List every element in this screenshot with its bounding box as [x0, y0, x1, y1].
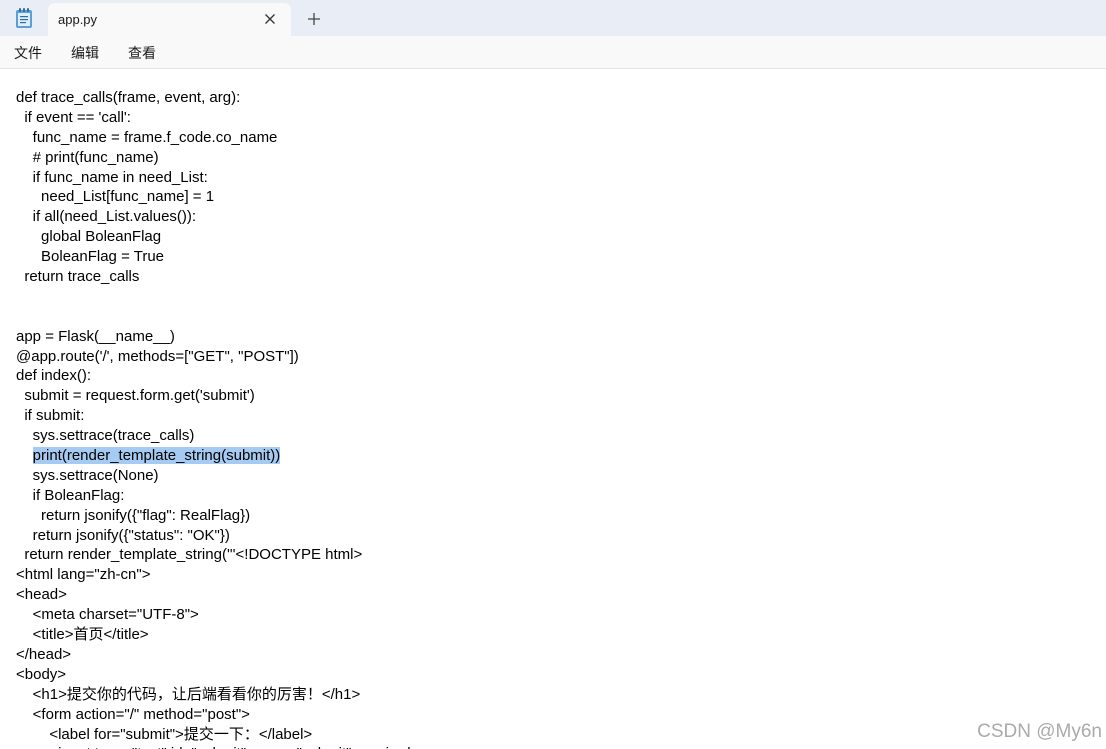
- code-line: <html lang="zh-cn">: [16, 565, 419, 585]
- code-line: if BoleanFlag:: [16, 486, 419, 506]
- line-text: </head>: [16, 645, 72, 663]
- line-text: sys.settrace(None): [32, 466, 159, 484]
- close-icon[interactable]: [261, 10, 279, 28]
- code-line: print(render_template_string(submit)): [16, 446, 419, 466]
- code-line: if func_name in need_List:: [16, 168, 419, 188]
- code-line: return jsonify({"flag": RealFlag}): [16, 506, 419, 526]
- notepad-icon: [14, 7, 34, 29]
- line-text: <input type="text" id="submit" name="sub…: [49, 745, 419, 749]
- code-line: sys.settrace(trace_calls): [16, 426, 419, 446]
- line-text: submit = request.form.get('submit'): [24, 387, 255, 405]
- code-line: <form action="/" method="post">: [16, 705, 419, 725]
- line-text: <meta charset="UTF-8">: [32, 606, 199, 624]
- line-text: return trace_calls: [24, 268, 140, 286]
- line-text: def trace_calls(frame, event, arg):: [16, 89, 241, 106]
- menu-view[interactable]: 查看: [128, 43, 156, 63]
- tab-title: app.py: [58, 12, 98, 27]
- line-text: <body>: [16, 665, 67, 683]
- selected-text: print(render_template_string(submit)): [32, 447, 281, 465]
- line-text: <label for="submit">提交一下：</label>: [49, 725, 313, 743]
- code-content[interactable]: def trace_calls(frame, event, arg): if e…: [16, 88, 419, 749]
- code-line: submit = request.form.get('submit'): [16, 386, 419, 406]
- code-line: # print(func_name): [16, 148, 419, 168]
- code-line: BoleanFlag = True: [16, 247, 419, 267]
- line-text: sys.settrace(trace_calls): [32, 427, 195, 445]
- line-text: need_List[func_name] = 1: [41, 188, 215, 206]
- code-line: if all(need_List.values()):: [16, 207, 419, 227]
- code-line: global BoleanFlag: [16, 227, 419, 247]
- plus-icon[interactable]: [303, 8, 325, 30]
- line-text: if BoleanFlag:: [32, 486, 125, 504]
- code-line: <label for="submit">提交一下：</label>: [16, 725, 419, 745]
- line-text: BoleanFlag = True: [41, 248, 165, 266]
- line-text: <title>首页</title>: [32, 626, 149, 644]
- line-text: def index():: [16, 367, 92, 385]
- code-line: def trace_calls(frame, event, arg):: [16, 88, 419, 108]
- menu-bar: 文件 编辑 查看: [0, 36, 1106, 69]
- code-line: <h1>提交你的代码，让后端看看你的厉害！</h1>: [16, 685, 419, 705]
- line-text: return jsonify({"flag": RealFlag}): [41, 506, 251, 524]
- line-text: <h1>提交你的代码，让后端看看你的厉害！</h1>: [32, 685, 361, 703]
- line-text: global BoleanFlag: [41, 228, 162, 246]
- code-line: app = Flask(__name__): [16, 327, 419, 347]
- line-text: <head>: [16, 586, 67, 604]
- line-text: <html lang="zh-cn">: [16, 566, 151, 584]
- line-text: if event == 'call':: [24, 108, 131, 126]
- line-text: @app.route('/', methods=["GET", "POST"]): [16, 347, 299, 365]
- line-text: app = Flask(__name__): [16, 327, 175, 345]
- line-text: return render_template_string('''<!DOCTY…: [24, 546, 363, 564]
- code-line: <title>首页</title>: [16, 625, 419, 645]
- code-line: return jsonify({"status": "OK"}): [16, 526, 419, 546]
- line-text: if all(need_List.values()):: [32, 208, 197, 226]
- code-line: @app.route('/', methods=["GET", "POST"]): [16, 347, 419, 367]
- code-line: <meta charset="UTF-8">: [16, 605, 419, 625]
- line-text: if func_name in need_List:: [32, 168, 208, 186]
- code-line: <input type="text" id="submit" name="sub…: [16, 744, 419, 749]
- code-line: <body>: [16, 665, 419, 685]
- line-text: func_name = frame.f_code.co_name: [32, 128, 278, 146]
- line-text: if submit:: [24, 407, 85, 425]
- code-line: return trace_calls: [16, 267, 419, 287]
- line-text: return jsonify({"status": "OK"}): [32, 526, 230, 544]
- code-line: if event == 'call':: [16, 108, 419, 128]
- menu-file[interactable]: 文件: [14, 43, 42, 63]
- menu-edit[interactable]: 编辑: [71, 43, 99, 63]
- code-line: </head>: [16, 645, 419, 665]
- text-editor[interactable]: def trace_calls(frame, event, arg): if e…: [0, 69, 1106, 749]
- code-line: if submit:: [16, 406, 419, 426]
- tab-app-py[interactable]: app.py: [48, 3, 291, 36]
- code-line: def index():: [16, 366, 419, 386]
- title-bar: app.py: [0, 0, 1106, 36]
- watermark: CSDN @My6n: [977, 721, 1102, 742]
- code-line: <head>: [16, 585, 419, 605]
- code-line: need_List[func_name] = 1: [16, 187, 419, 207]
- code-line: return render_template_string('''<!DOCTY…: [16, 545, 419, 565]
- line-text: # print(func_name): [32, 148, 159, 166]
- code-line: sys.settrace(None): [16, 466, 419, 486]
- code-line: func_name = frame.f_code.co_name: [16, 128, 419, 148]
- line-text: <form action="/" method="post">: [32, 705, 250, 723]
